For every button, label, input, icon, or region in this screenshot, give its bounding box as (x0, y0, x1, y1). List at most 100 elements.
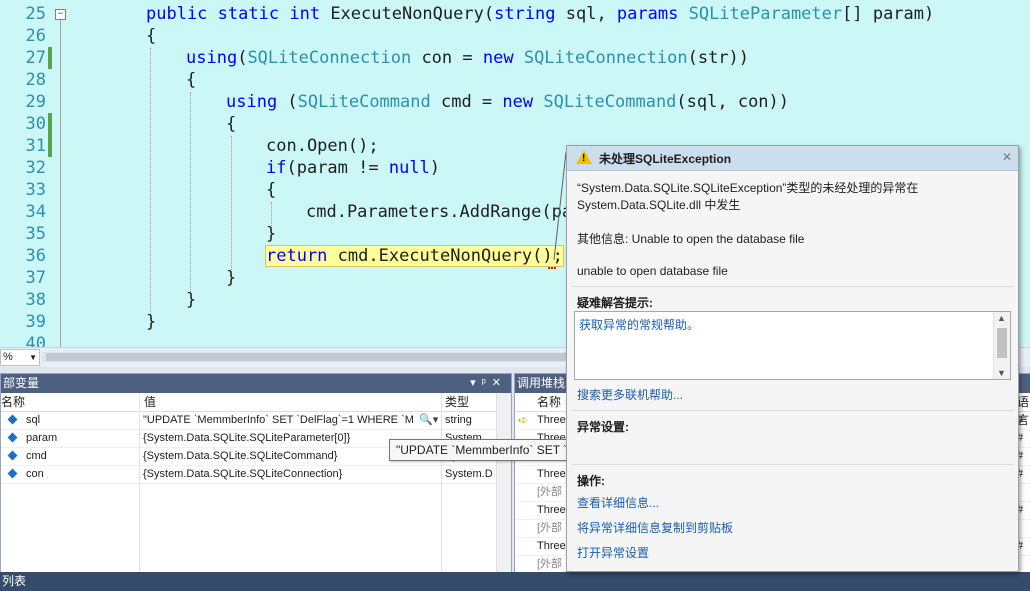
table-row[interactable]: sql "UPDATE `MemmberInfo` SET `DelFlag`=… (1, 412, 511, 430)
code-line: } (226, 268, 237, 288)
indent-guide (231, 136, 232, 270)
variable-icon (7, 430, 18, 447)
line-number: 40 (25, 334, 46, 347)
column-separator[interactable] (139, 393, 140, 573)
additional-info: 其他信息: Unable to open the database file (577, 232, 805, 246)
code-line: using(SQLiteConnection con = new SQLiteC… (186, 48, 750, 68)
line-number: 29 (25, 92, 46, 112)
line-number: 39 (25, 312, 46, 332)
actions-header: 操作: (577, 474, 605, 488)
code-line: { (186, 70, 197, 90)
column-value-header[interactable]: 值 (144, 393, 156, 411)
vertical-scrollbar[interactable]: ▲ ▼ (993, 312, 1010, 379)
scrollbar-thumb[interactable] (46, 353, 586, 361)
indent-guide (150, 48, 151, 314)
error-squiggle (548, 264, 556, 269)
divider (571, 286, 1014, 287)
locals-title: 部变量 (3, 376, 40, 390)
current-statement: return cmd.ExecuteNonQuery(); (265, 245, 564, 267)
exception-settings-header: 异常设置: (577, 420, 629, 434)
scroll-up-icon[interactable]: ▲ (997, 313, 1006, 323)
troubleshooting-tips-list[interactable]: 获取异常的常规帮助。 ▲ ▼ (574, 311, 1011, 380)
change-marker (48, 113, 52, 135)
close-icon[interactable]: ✕ (492, 377, 507, 389)
var-type: System.D (445, 468, 493, 480)
code-line: con.Open(); (266, 136, 379, 156)
line-number-gutter: 25 26 27 28 29 30 31 32 33 34 35 36 37 3… (0, 0, 68, 347)
variable-icon (7, 412, 18, 429)
search-online-help-link[interactable]: 搜索更多联机帮助... (577, 386, 683, 403)
table-row[interactable]: con {System.Data.SQLite.SQLiteConnection… (1, 466, 511, 484)
column-type-header[interactable]: 类型 (445, 393, 469, 411)
exception-message-cont: System.Data.SQLite.dll 中发生 (577, 198, 741, 212)
line-number: 38 (25, 290, 46, 310)
line-number: 28 (25, 70, 46, 90)
line-number: 36 (25, 246, 46, 266)
exception-helper-popup: ! 未处理SQLiteException ✕ “System.Data.SQLi… (566, 145, 1019, 572)
change-marker (48, 135, 52, 157)
pin-icon[interactable]: ᵖ (482, 377, 492, 389)
line-number: 32 (25, 158, 46, 178)
dropdown-icon[interactable]: ▾ (470, 377, 482, 389)
line-number: 31 (25, 136, 46, 156)
warning-icon: ! (576, 150, 592, 164)
variable-icon (7, 466, 18, 483)
var-value: "UPDATE `MemmberInfo` SET `DelFlag`=1 WH… (143, 414, 414, 426)
scrollbar-thumb[interactable] (997, 328, 1007, 358)
var-value: {System.Data.SQLite.SQLiteParameter[0]} (143, 432, 351, 444)
scroll-down-icon[interactable]: ▼ (997, 368, 1006, 378)
exception-connector-line (553, 151, 567, 261)
code-line: if(param != null) (266, 158, 441, 178)
code-line: } (186, 290, 197, 310)
code-line: { (266, 180, 277, 200)
var-name: cmd (26, 450, 47, 462)
line-number: 35 (25, 224, 46, 244)
magnifier-icon[interactable]: 🔍▾ (419, 412, 438, 429)
open-exception-settings-link[interactable]: 打开异常设置 (577, 544, 649, 561)
bottom-tab-strip: 列表 (0, 572, 1030, 591)
var-name: con (26, 468, 44, 480)
copy-details-link[interactable]: 将异常详细信息复制到剪贴板 (577, 519, 733, 536)
collapse-icon[interactable]: − (55, 9, 66, 20)
vertical-scrollbar[interactable] (496, 393, 511, 573)
var-name: param (26, 432, 58, 444)
variable-icon (7, 448, 18, 465)
line-number: 30 (25, 114, 46, 134)
var-name: sql (26, 414, 41, 426)
column-separator[interactable] (441, 393, 442, 573)
code-line: { (226, 114, 237, 134)
var-value: {System.Data.SQLite.SQLiteCommand} (143, 450, 338, 462)
close-icon[interactable]: ✕ (1002, 150, 1012, 164)
code-line: } (266, 224, 277, 244)
code-line: { (146, 26, 157, 46)
zoom-dropdown[interactable]: % ▼ (0, 349, 40, 366)
locals-window: 部变量 ▾ᵖ✕ 名称 值 类型 sql "UPDATE `MemmberInfo… (0, 373, 512, 574)
tab-list[interactable]: 列表 (2, 574, 26, 588)
fold-line (60, 18, 61, 347)
line-number: 26 (25, 26, 46, 46)
exception-message: “System.Data.SQLite.SQLiteException”类型的未… (577, 181, 919, 195)
exception-title: 未处理SQLiteException (599, 152, 732, 166)
line-number: 27 (25, 48, 46, 68)
callstack-title: 调用堆栈 (517, 376, 566, 390)
divider (571, 464, 1014, 465)
code-line: } (146, 312, 157, 332)
line-number: 33 (25, 180, 46, 200)
column-name-header[interactable]: 名称 (1, 393, 25, 411)
code-line: cmd.Parameters.AddRange(pa (306, 202, 573, 222)
view-details-link[interactable]: 查看详细信息... (577, 494, 659, 511)
var-type: string (445, 414, 472, 426)
chevron-down-icon: ▼ (29, 353, 37, 362)
line-number: 37 (25, 268, 46, 288)
locals-title-bar: 部变量 ▾ᵖ✕ (1, 374, 511, 393)
code-line: public static int ExecuteNonQuery(string… (146, 4, 935, 24)
exception-header: ! 未处理SQLiteException ✕ (567, 146, 1018, 171)
indent-guide (190, 92, 191, 292)
column-name-header[interactable]: 名称 (537, 393, 561, 411)
change-marker (48, 47, 52, 69)
line-number: 34 (25, 202, 46, 222)
line-number: 25 (25, 4, 46, 24)
tip-link[interactable]: 获取异常的常规帮助。 (579, 316, 699, 333)
divider (571, 410, 1014, 411)
exception-detail: unable to open database file (577, 264, 728, 278)
